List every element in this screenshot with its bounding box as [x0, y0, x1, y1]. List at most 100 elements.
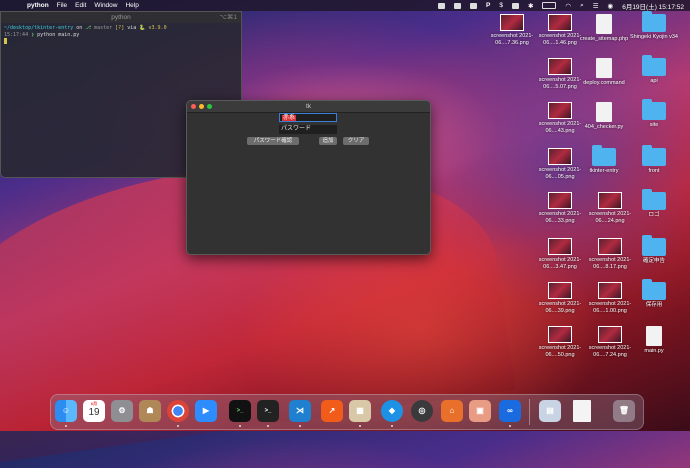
chrome-icon[interactable]: [167, 400, 189, 422]
terminal-title-bar[interactable]: python ⌥⌘1: [1, 12, 241, 23]
desktop-item-label: Shingeki Kyojin v34: [629, 34, 678, 40]
running-indicator: [65, 425, 67, 427]
docker-image-icon[interactable]: ▦: [349, 400, 371, 422]
pycharm-status-icon[interactable]: P: [486, 2, 490, 9]
finder-icon[interactable]: ☺: [55, 400, 77, 422]
image-thumbnail-icon: [598, 238, 622, 255]
image-thumbnail-icon: [548, 58, 572, 75]
downloads-icon[interactable]: ▤: [539, 400, 561, 422]
desktop-item[interactable]: ロゴ: [624, 189, 684, 219]
quicktime-icon[interactable]: ◎: [411, 400, 433, 422]
folder-icon: [642, 145, 666, 166]
trash-icon[interactable]: 🗑: [613, 400, 635, 422]
vscode-icon[interactable]: ⋊: [289, 400, 311, 422]
status-icon[interactable]: [437, 2, 445, 9]
folder-icon: [642, 55, 666, 76]
desktop-item-label: api: [650, 78, 658, 84]
terminal-shortcut: ⌥⌘1: [219, 14, 237, 21]
desktop-item[interactable]: main.py: [624, 326, 684, 355]
color-entry[interactable]: 赤系: [279, 113, 337, 122]
terminal-command: python main.py: [37, 31, 80, 38]
monitor-icon[interactable]: ↗: [321, 400, 343, 422]
status-icon[interactable]: [511, 2, 519, 9]
desktop-item[interactable]: 保存用: [624, 279, 684, 309]
control-center-icon[interactable]: ☰: [593, 2, 599, 10]
docker-icon[interactable]: ◆: [381, 400, 403, 422]
image-thumbnail-icon: [598, 282, 622, 299]
menu-help[interactable]: Help: [125, 2, 138, 9]
tk-title-bar[interactable]: tk: [187, 101, 430, 113]
menu-bar: python File Edit Window Help P $ ✱ ◠ ⌕ ☰…: [0, 0, 690, 11]
close-window-button[interactable]: [191, 104, 196, 109]
folder-icon: [642, 279, 666, 300]
check-password-button[interactable]: パスワード確認: [247, 137, 299, 145]
image-thumbnail-icon: [548, 238, 572, 255]
image-thumbnail-icon: [500, 14, 524, 31]
add-button[interactable]: 追加: [319, 137, 337, 145]
document-icon: [596, 102, 612, 122]
terminal-flags: [?]: [115, 25, 125, 31]
search-icon[interactable]: ⌕: [580, 2, 584, 10]
document-icon[interactable]: [573, 400, 591, 422]
desktop-item-label: site: [649, 122, 659, 128]
branch-icon: ⎇: [85, 25, 92, 31]
python-icon: 🐍: [139, 25, 146, 31]
terminal-output[interactable]: ~/desktop/tkinter-entry on ⎇ master [?] …: [1, 23, 241, 47]
document-icon: [646, 326, 662, 346]
clear-button[interactable]: クリア: [343, 137, 369, 145]
system-preferences-icon[interactable]: ⚙: [111, 400, 133, 422]
terminal-time: 15:17:44: [4, 31, 29, 38]
folder-icon: [642, 189, 666, 210]
infinity-icon[interactable]: ∞: [499, 400, 521, 422]
minimize-window-button[interactable]: [199, 104, 204, 109]
desktop-item[interactable]: api: [624, 55, 684, 85]
desktop-item[interactable]: 確定申告: [624, 235, 684, 265]
menu-edit[interactable]: Edit: [75, 2, 86, 9]
menu-file[interactable]: File: [57, 2, 67, 9]
menu-app-name[interactable]: python: [27, 2, 49, 9]
zoom-window-button[interactable]: [207, 104, 212, 109]
dollar-status-icon[interactable]: $: [499, 2, 503, 9]
desktop-item-label: 確定申告: [642, 258, 665, 264]
terminal-icon[interactable]: >_: [257, 400, 279, 422]
desktop-item[interactable]: front: [624, 145, 684, 175]
contacts-icon[interactable]: ☗: [139, 400, 161, 422]
terminal-via: via: [127, 25, 137, 31]
desktop-item-label: main.py: [644, 348, 664, 354]
folder-icon: [642, 11, 666, 32]
menu-window[interactable]: Window: [94, 2, 117, 9]
desktop-item[interactable]: Shingeki Kyojin v34: [624, 11, 684, 41]
bluetooth-icon[interactable]: ✱: [528, 2, 533, 10]
preview-icon[interactable]: ▣: [469, 400, 491, 422]
terminal-prompt: ❯: [31, 31, 35, 38]
sourcetree-icon[interactable]: ⌂: [441, 400, 463, 422]
desktop-item[interactable]: site: [624, 99, 684, 129]
terminal-cursor: [4, 38, 7, 44]
siri-icon[interactable]: ◉: [608, 2, 614, 10]
image-thumbnail-icon: [548, 326, 572, 343]
terminal-icon[interactable]: >_: [229, 400, 251, 422]
password-entry[interactable]: パスワード: [279, 125, 337, 134]
dock-divider: [529, 399, 530, 425]
calendar-icon[interactable]: 6月 19: [83, 400, 105, 422]
image-thumbnail-icon: [548, 102, 572, 119]
desktop-item-label: front: [648, 168, 660, 174]
tk-window-title: tk: [305, 103, 312, 110]
image-thumbnail-icon: [548, 148, 572, 165]
image-thumbnail-icon: [548, 282, 572, 299]
folder-icon: [642, 235, 666, 256]
image-thumbnail-icon: [598, 192, 622, 209]
status-icon[interactable]: [453, 2, 461, 9]
folder-icon: [592, 145, 616, 166]
terminal-branch: master: [94, 25, 113, 31]
battery-icon[interactable]: [542, 2, 557, 9]
desktop-item-label: ロゴ: [648, 212, 660, 218]
tk-window[interactable]: tk 赤系 パスワード パスワード確認 追加 クリア: [186, 100, 431, 255]
zoom-icon[interactable]: ▶: [195, 400, 217, 422]
status-icon[interactable]: [469, 2, 477, 9]
menu-clock[interactable]: 6月19日(土) 15:17:52: [622, 1, 684, 11]
document-icon: [596, 58, 612, 78]
dock: ☺ 6月 19 ⚙ ☗ ▶ >_ >_ ⋊ ↗ ▦ ◆ ◎ ⌂ ▣ ∞ ▤ 🗑: [50, 394, 644, 430]
running-indicator: [267, 425, 269, 427]
wifi-icon[interactable]: ◠: [565, 2, 571, 10]
